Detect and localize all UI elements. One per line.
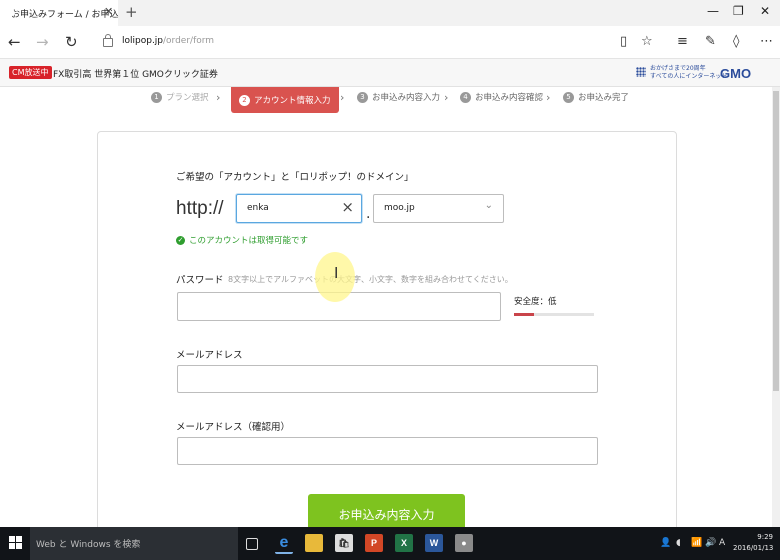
word-icon[interactable]: W — [425, 534, 443, 552]
clear-icon[interactable]: × — [341, 198, 354, 216]
tray-people-icon[interactable]: 👤 — [660, 538, 671, 548]
gmo-tagline-line1: おかげさまで20周年 — [650, 65, 706, 72]
task-view-icon[interactable] — [246, 538, 258, 550]
http-prefix: http:// — [176, 198, 224, 219]
back-arrow-icon[interactable]: ← — [8, 33, 21, 51]
step-label: お申込み内容確認 — [475, 93, 544, 103]
step-label: お申込み完了 — [578, 93, 630, 103]
vertical-scrollbar[interactable] — [772, 87, 780, 527]
availability-text: このアカウントは取得可能です — [189, 236, 309, 246]
tab-strip: お申込みフォーム / お申込 ✕ + — ❐ ✕ — [0, 0, 780, 26]
tab-title: お申込みフォーム / お申込 — [11, 9, 119, 20]
tab-close-icon[interactable]: ✕ — [104, 5, 113, 18]
account-value: enka — [247, 203, 269, 213]
minimize-button[interactable]: — — [707, 4, 719, 18]
store-icon[interactable]: 🛍 — [335, 534, 353, 552]
step-label: お申込み内容入力 — [372, 93, 441, 103]
gmo-logo[interactable]: GMO — [720, 66, 751, 81]
windows-start-icon[interactable] — [9, 536, 22, 549]
file-explorer-icon[interactable] — [305, 534, 323, 552]
email-confirm-label: メールアドレス（確認用） — [176, 422, 291, 433]
hub-menu-icon[interactable]: ≡ — [677, 34, 688, 49]
navigation-bar: ← → ↻ lolipop.jp/order/form ▯ ☆ ≡ ✎ ◊ ⋯ — [0, 26, 780, 59]
step-number: 2 — [239, 94, 250, 106]
chevron-right-icon: › — [546, 91, 551, 104]
ad-banner[interactable]: CM放送中 FX取引高 世界第１位 GMOクリック証券 おかげさまで20周年 す… — [0, 59, 780, 87]
gmo-tagline: おかげさまで20周年 すべての人にインターネット — [650, 65, 727, 81]
password-label: パスワード — [176, 275, 224, 286]
close-window-button[interactable]: ✕ — [760, 4, 770, 18]
step-complete: 5 お申込み完了 — [563, 91, 629, 103]
domain-select-value: moo.jp — [384, 203, 415, 213]
gmo-dots-icon — [636, 67, 646, 77]
browser-tab[interactable]: お申込みフォーム / お申込 ✕ — [0, 0, 119, 26]
maximize-button[interactable]: ❐ — [733, 4, 744, 18]
edge-browser-icon[interactable]: e — [275, 534, 293, 554]
availability-message: ✓ このアカウントは取得可能です — [176, 234, 308, 246]
step-label: アカウント情報入力 — [254, 96, 331, 106]
scrollbar-thumb[interactable] — [773, 91, 779, 391]
lock-icon — [103, 34, 113, 47]
tray-wifi-icon[interactable]: 📶 — [691, 538, 702, 548]
chevron-right-icon: › — [216, 91, 221, 104]
step-order-input: 3 お申込み内容入力 — [357, 91, 440, 103]
refresh-icon[interactable]: ↻ — [65, 33, 78, 51]
clock-date: 2016/01/13 — [733, 544, 774, 552]
clock-time: 9:29 — [757, 533, 773, 541]
url-domain: lolipop.jp — [122, 36, 164, 46]
forward-arrow-icon[interactable]: → — [36, 33, 49, 51]
windows-taskbar: Web と Windows を検索 e 🛍 P X W ● 👤 ◖ 📶 🔊 A … — [0, 527, 780, 560]
chevron-right-icon: › — [340, 91, 345, 104]
more-icon[interactable]: ⋯ — [760, 34, 773, 49]
new-tab-button[interactable]: + — [125, 3, 138, 21]
taskbar-search-text: Web と Windows を検索 — [36, 540, 141, 550]
app-icon[interactable]: ● — [455, 534, 473, 552]
step-account: 2 アカウント情報入力 — [231, 87, 339, 113]
step-number: 1 — [151, 91, 162, 103]
step-plan: 1 プラン選択 — [151, 91, 209, 103]
domain-label: ご希望の「アカウント」と「ロリポップ！のドメイン」 — [176, 172, 414, 183]
strength-meter — [514, 313, 594, 316]
url-path: /order/form — [163, 36, 215, 46]
step-label: プラン選択 — [166, 93, 209, 103]
favorite-star-icon[interactable]: ☆ — [641, 34, 653, 49]
taskbar-clock[interactable]: 9:29 2016/01/13 — [733, 532, 773, 554]
tray-network-icon[interactable]: ◖ — [676, 538, 681, 548]
step-number: 3 — [357, 91, 368, 103]
step-number: 5 — [563, 91, 574, 103]
tray-volume-icon[interactable]: 🔊 — [705, 538, 716, 548]
email-input[interactable] — [177, 365, 598, 393]
domain-dot: . — [366, 206, 371, 222]
powerpoint-icon[interactable]: P — [365, 534, 383, 552]
gmo-tagline-line2: すべての人にインターネット — [650, 73, 728, 80]
address-bar[interactable]: lolipop.jp/order/form — [122, 36, 214, 46]
reading-view-icon[interactable]: ▯ — [620, 34, 627, 49]
step-number: 4 — [460, 91, 471, 103]
strength-meter-fill — [514, 313, 534, 316]
password-hint: 8文字以上でアルファベットの大文字、小文字、数字を組み合わせてください。 — [228, 275, 513, 284]
chevron-right-icon: › — [444, 91, 449, 104]
chevron-down-icon: ⌄ — [484, 200, 493, 211]
step-order-confirm: 4 お申込み内容確認 — [460, 91, 543, 103]
strength-label: 安全度：低 — [514, 297, 557, 307]
text-cursor-icon: I — [334, 264, 339, 282]
email-confirm-input[interactable] — [177, 437, 598, 465]
page-content: 1 プラン選択 › 2 アカウント情報入力 › 3 お申込み内容入力 › 4 お… — [0, 87, 772, 527]
share-icon[interactable]: ◊ — [733, 34, 739, 49]
cm-badge: CM放送中 — [9, 66, 52, 79]
account-input[interactable]: enka × — [236, 194, 362, 223]
taskbar-search[interactable]: Web と Windows を検索 — [30, 527, 238, 560]
account-form-card: ご希望の「アカウント」と「ロリポップ！のドメイン」 http:// enka ×… — [97, 131, 677, 527]
email-label: メールアドレス — [176, 350, 243, 361]
submit-button[interactable]: お申込み内容入力 — [308, 494, 465, 527]
domain-select[interactable]: moo.jp ⌄ — [373, 194, 504, 223]
excel-icon[interactable]: X — [395, 534, 413, 552]
web-note-icon[interactable]: ✎ — [705, 34, 716, 49]
ime-indicator[interactable]: A — [719, 538, 725, 548]
check-circle-icon: ✓ — [176, 235, 185, 245]
ad-text[interactable]: FX取引高 世界第１位 GMOクリック証券 — [53, 67, 218, 80]
